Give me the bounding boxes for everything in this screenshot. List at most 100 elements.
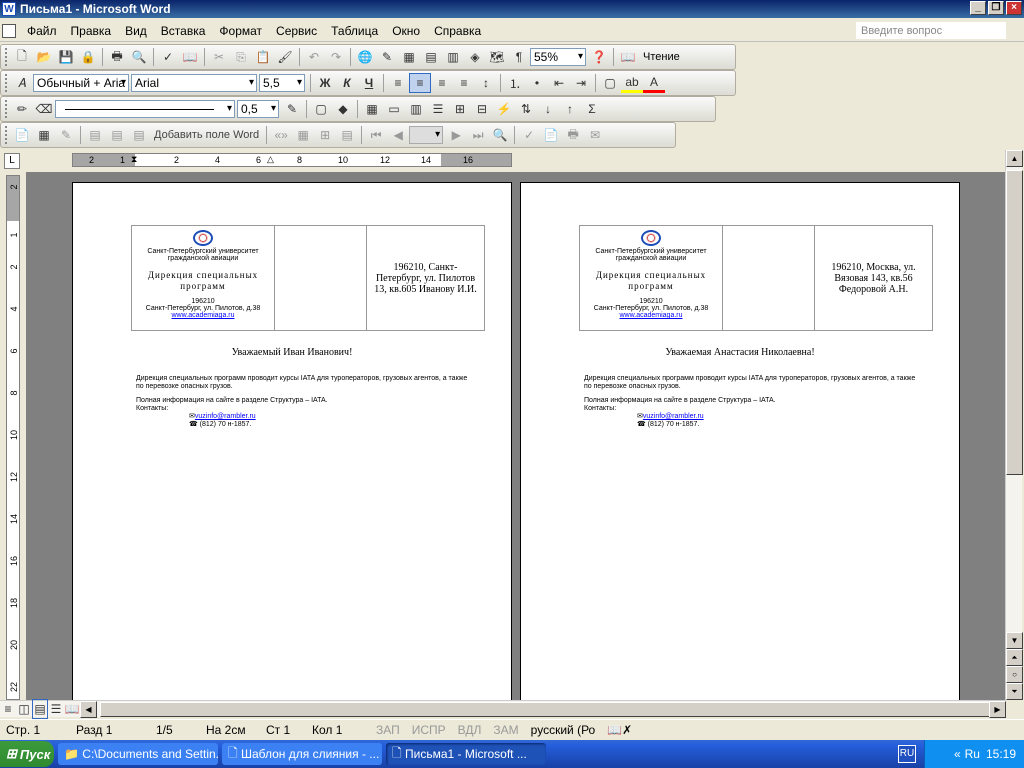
view-merged-data-icon[interactable]: «»	[270, 125, 292, 145]
autoformat-icon[interactable]: ⚡	[493, 99, 515, 119]
menu-format[interactable]: Формат	[212, 24, 269, 38]
align-center-icon[interactable]: ≡	[409, 73, 431, 93]
normal-view-icon[interactable]: ≡	[0, 699, 16, 719]
spelling-status-icon[interactable]: 📖✗	[601, 723, 638, 737]
font-size-combo[interactable]: 5,5	[259, 74, 305, 92]
menu-view[interactable]: Вид	[118, 24, 154, 38]
vertical-scroll-thumb[interactable]	[1006, 170, 1023, 475]
border-color-icon[interactable]: ✎	[281, 99, 303, 119]
numbering-icon[interactable]: ⒈	[504, 73, 526, 93]
toolbar-grip[interactable]	[5, 100, 8, 118]
columns-icon[interactable]: ▥	[442, 47, 464, 67]
scroll-down-button[interactable]: ▼	[1006, 632, 1023, 649]
distribute-rows-icon[interactable]: ⊞	[449, 99, 471, 119]
read-icon[interactable]: 📖	[617, 47, 639, 67]
outside-border-icon[interactable]: ▢	[310, 99, 332, 119]
merge-to-email-icon[interactable]: ✉	[584, 125, 606, 145]
decrease-indent-icon[interactable]: ⇤	[548, 73, 570, 93]
page[interactable]: Санкт-Петербургский университет гражданс…	[520, 182, 960, 700]
web-layout-icon[interactable]: ◫	[16, 699, 32, 719]
print-preview-icon[interactable]: 🔍	[128, 47, 150, 67]
taskbar-item-template[interactable]: 🗋 Шаблон для слияния - ...	[222, 743, 382, 765]
style-combo[interactable]: Обычный + Aria	[33, 74, 129, 92]
status-record[interactable]: ЗАП	[370, 723, 406, 737]
close-button[interactable]: ×	[1006, 1, 1022, 15]
merge-cells-icon[interactable]: ▭	[383, 99, 405, 119]
align-cell-icon[interactable]: ☰	[427, 99, 449, 119]
merge-to-document-icon[interactable]: 📄	[540, 125, 562, 145]
menu-help[interactable]: Справка	[427, 24, 488, 38]
greeting-line-icon[interactable]: ▤	[106, 125, 128, 145]
increase-indent-icon[interactable]: ⇥	[570, 73, 592, 93]
status-extend[interactable]: ВДЛ	[452, 723, 488, 737]
browse-object-button[interactable]: ○	[1006, 666, 1023, 683]
open-icon[interactable]: 📂	[33, 47, 55, 67]
add-word-field-button[interactable]: Добавить поле Word	[150, 129, 263, 141]
highlight-icon[interactable]: ab	[621, 73, 643, 93]
draw-table-icon[interactable]: ✏	[11, 99, 33, 119]
new-icon[interactable]: 🗋	[11, 47, 33, 67]
status-track[interactable]: ИСПР	[406, 723, 452, 737]
shading-icon[interactable]: ◆	[332, 99, 354, 119]
spelling-icon[interactable]: ✓	[157, 47, 179, 67]
recipients-icon[interactable]: ✎	[55, 125, 77, 145]
insert-table-icon[interactable]: ▦	[398, 47, 420, 67]
taskbar-item-letters[interactable]: 🗋 Письма1 - Microsoft ...	[386, 743, 546, 765]
find-entry-icon[interactable]: 🔍	[489, 125, 511, 145]
menu-tools[interactable]: Сервис	[269, 24, 324, 38]
print-layout-icon[interactable]: ▤	[32, 699, 48, 719]
help-icon[interactable]: ❓	[588, 47, 610, 67]
previous-record-icon[interactable]: ◀	[387, 125, 409, 145]
drawing-icon[interactable]: ◈	[464, 47, 486, 67]
sort-ascending-icon[interactable]: ↓	[537, 99, 559, 119]
styles-pane-icon[interactable]: 𝐴	[11, 73, 33, 93]
horizontal-scroll-thumb[interactable]	[100, 702, 990, 717]
menu-edit[interactable]: Правка	[64, 24, 119, 38]
redo-icon[interactable]: ↷	[325, 47, 347, 67]
address-block-icon[interactable]: ▤	[84, 125, 106, 145]
toolbar-grip[interactable]	[5, 48, 8, 66]
merge-to-printer-icon[interactable]: 🖶	[562, 125, 584, 145]
email-link[interactable]: vuzinfo@rambler.ru	[643, 413, 704, 420]
autosum-icon[interactable]: Σ	[581, 99, 603, 119]
tab-selector[interactable]: L	[4, 153, 20, 169]
align-right-icon[interactable]: ≡	[431, 73, 453, 93]
language-indicator[interactable]: RU	[898, 745, 916, 763]
line-weight-combo[interactable]: 0,5	[237, 100, 279, 118]
bullets-icon[interactable]: •	[526, 73, 548, 93]
scroll-right-button[interactable]: ▶	[989, 700, 1006, 718]
page[interactable]: Санкт-Петербургский университет гражданс…	[72, 182, 512, 700]
format-painter-icon[interactable]: 🖌	[274, 47, 296, 67]
align-left-icon[interactable]: ≡	[387, 73, 409, 93]
main-document-setup-icon[interactable]: 📄	[11, 125, 33, 145]
right-indent-marker[interactable]: △	[267, 154, 274, 165]
match-fields-icon[interactable]: ⊞	[314, 125, 336, 145]
ask-question-input[interactable]: Введите вопрос	[856, 22, 1006, 39]
toolbar-grip[interactable]	[5, 74, 8, 92]
propagate-labels-icon[interactable]: ▤	[336, 125, 358, 145]
merge-fields-icon[interactable]: ▤	[128, 125, 150, 145]
menu-table[interactable]: Таблица	[324, 24, 385, 38]
previous-page-button[interactable]: ⏶	[1006, 649, 1023, 666]
undo-icon[interactable]: ↶	[303, 47, 325, 67]
bold-button[interactable]: Ж	[314, 73, 336, 93]
scroll-left-button[interactable]: ◀	[80, 700, 97, 718]
eraser-icon[interactable]: ⌫	[33, 99, 55, 119]
distribute-columns-icon[interactable]: ⊟	[471, 99, 493, 119]
menu-file[interactable]: Файл	[20, 24, 64, 38]
next-record-icon[interactable]: ▶	[445, 125, 467, 145]
font-color-icon[interactable]: A	[643, 73, 665, 93]
tray-language[interactable]: Ru	[965, 747, 980, 761]
copy-icon[interactable]: ⎘	[230, 47, 252, 67]
first-record-icon[interactable]: ⏮	[365, 125, 387, 145]
outline-view-icon[interactable]: ☰	[48, 699, 64, 719]
taskbar-item-explorer[interactable]: 📁 C:\Documents and Settin...	[58, 743, 218, 765]
menu-insert[interactable]: Вставка	[154, 24, 213, 38]
status-overtype[interactable]: ЗАМ	[487, 723, 524, 737]
split-cells-icon[interactable]: ▥	[405, 99, 427, 119]
document-map-icon[interactable]: 🗺	[486, 47, 508, 67]
minimize-button[interactable]: _	[970, 1, 986, 15]
underline-button[interactable]: Ч	[358, 73, 380, 93]
italic-button[interactable]: К	[336, 73, 358, 93]
document-icon[interactable]	[2, 23, 16, 38]
